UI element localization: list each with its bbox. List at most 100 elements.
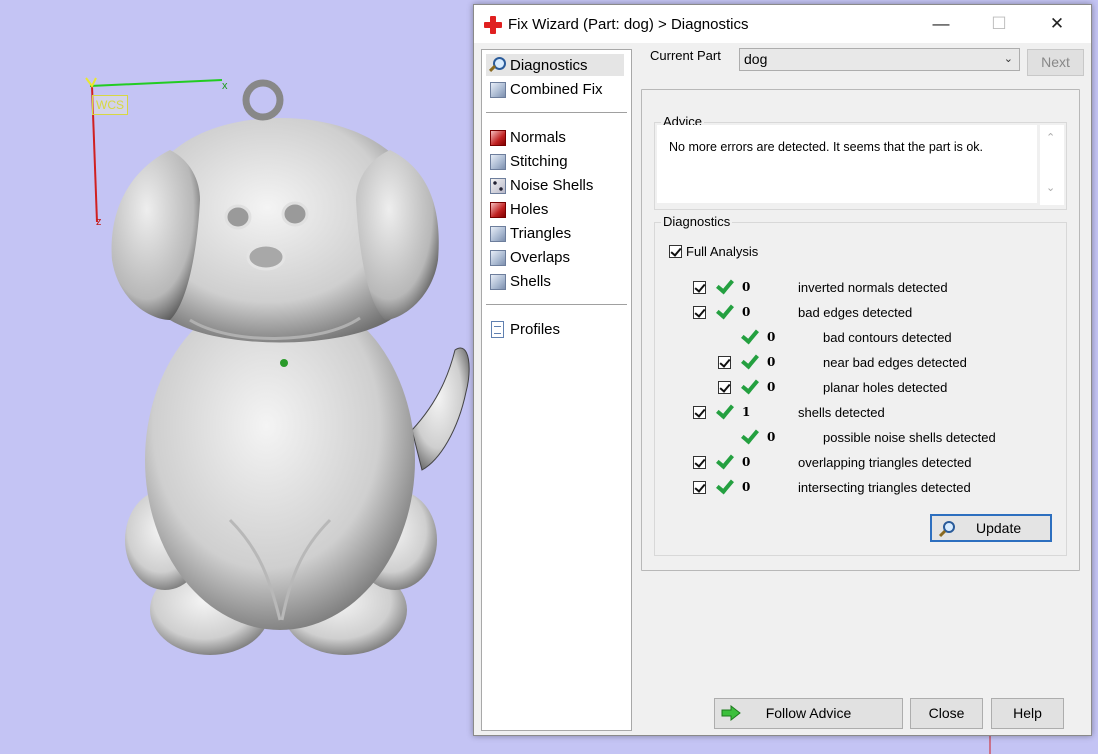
- update-label: Update: [976, 520, 1022, 536]
- dialog-title: Fix Wizard (Part: dog) > Diagnostics: [508, 16, 749, 33]
- row-count: 0: [767, 430, 776, 444]
- document-icon: [488, 320, 506, 338]
- nav-item-triangles[interactable]: Triangles: [486, 222, 624, 244]
- nav-item-label: Diagnostics: [510, 56, 588, 74]
- scroll-up-icon[interactable]: ⌃: [1046, 131, 1055, 144]
- green-check-icon: [740, 377, 758, 395]
- nav-item-label: Shells: [510, 272, 551, 290]
- row-checkbox[interactable]: [718, 356, 731, 369]
- next-button[interactable]: Next: [1027, 49, 1084, 76]
- title-bar[interactable]: Fix Wizard (Part: dog) > Diagnostics — ☐…: [474, 5, 1091, 43]
- nav-item-label: Normals: [510, 128, 566, 146]
- minimize-button[interactable]: —: [918, 5, 964, 43]
- advice-text: No more errors are detected. It seems th…: [657, 125, 1037, 203]
- fix-wizard-dialog: Fix Wizard (Part: dog) > Diagnostics — ☐…: [473, 4, 1092, 736]
- update-button[interactable]: Update: [930, 514, 1052, 542]
- row-text: near bad edges detected: [823, 355, 967, 370]
- row-count: 0: [742, 305, 751, 319]
- z-axis-label: z: [96, 216, 102, 228]
- close-window-button[interactable]: ✕: [1034, 5, 1080, 43]
- nav-item-label: Noise Shells: [510, 176, 594, 194]
- diagnostics-panel: Advice No more errors are detected. It s…: [641, 89, 1080, 571]
- magnifier-icon: [488, 56, 506, 74]
- green-check-icon: [740, 327, 758, 345]
- row-checkbox[interactable]: [693, 306, 706, 319]
- row-text: planar holes detected: [823, 380, 948, 395]
- cube-icon: [488, 272, 506, 290]
- diagnostics-title: Diagnostics: [661, 214, 733, 229]
- nav-item-label: Overlaps: [510, 248, 571, 266]
- row-checkbox[interactable]: [693, 456, 706, 469]
- green-check-icon: [715, 302, 733, 320]
- nav-item-stitching[interactable]: Stitching: [486, 150, 624, 172]
- nav-item-profiles[interactable]: Profiles: [486, 318, 624, 340]
- green-check-icon: [740, 427, 758, 445]
- row-text: bad edges detected: [798, 305, 913, 320]
- advice-group: Advice No more errors are detected. It s…: [654, 114, 1067, 210]
- nav-item-label: Combined Fix: [510, 80, 603, 98]
- row-checkbox[interactable]: [718, 381, 731, 394]
- cube-icon: [488, 248, 506, 266]
- nav-item-label: Triangles: [510, 224, 572, 242]
- green-check-icon: [740, 352, 758, 370]
- help-button[interactable]: Help: [991, 698, 1064, 729]
- diagnostics-group: Diagnostics Full Analysis 0 inverted nor…: [654, 214, 1067, 556]
- row-checkbox[interactable]: [693, 406, 706, 419]
- current-part-value: dog: [744, 51, 768, 67]
- magnifier-icon: [938, 521, 955, 538]
- wcs-label: WCS: [92, 95, 128, 115]
- row-count: 1: [742, 405, 751, 419]
- row-count: 0: [742, 455, 751, 469]
- follow-advice-label: Follow Advice: [765, 705, 852, 721]
- row-checkbox[interactable]: [693, 281, 706, 294]
- nav-item-normals[interactable]: Normals: [486, 126, 624, 148]
- row-text: inverted normals detected: [798, 280, 948, 295]
- nav-item-shells[interactable]: Shells: [486, 270, 624, 292]
- full-analysis-checkbox[interactable]: [669, 245, 682, 258]
- row-count: 0: [767, 330, 776, 344]
- row-text: intersecting triangles detected: [798, 480, 971, 495]
- red-cross-icon: [484, 16, 502, 34]
- scroll-down-icon[interactable]: ⌄: [1046, 181, 1055, 194]
- row-count: 0: [767, 355, 776, 369]
- row-count: 0: [742, 480, 751, 494]
- nav-item-noise-shells[interactable]: Noise Shells: [486, 174, 624, 196]
- maximize-button[interactable]: ☐: [976, 5, 1022, 43]
- cube-icon: [488, 152, 506, 170]
- row-text: overlapping triangles detected: [798, 455, 972, 470]
- x-axis-label: x: [222, 80, 228, 92]
- green-arrow-icon: [721, 705, 741, 721]
- nav-item-label: Holes: [510, 200, 549, 218]
- current-part-label: Current Part: [650, 48, 721, 63]
- row-checkbox[interactable]: [693, 481, 706, 494]
- nav-item-diagnostics[interactable]: Diagnostics: [486, 54, 624, 76]
- nav-item-combined-fix[interactable]: Combined Fix: [486, 78, 624, 100]
- follow-advice-button[interactable]: Follow Advice: [714, 698, 903, 729]
- nav-item-overlaps[interactable]: Overlaps: [486, 246, 624, 268]
- nav-separator: [486, 112, 627, 113]
- red-cube-icon: [488, 200, 506, 218]
- current-part-select[interactable]: dog ⌄: [739, 48, 1020, 71]
- green-check-icon: [715, 477, 733, 495]
- close-button[interactable]: Close: [910, 698, 983, 729]
- green-check-icon: [715, 402, 733, 420]
- row-text: possible noise shells detected: [823, 430, 996, 445]
- row-count: 0: [767, 380, 776, 394]
- nav-separator: [486, 304, 627, 305]
- chevron-down-icon: ⌄: [1003, 53, 1013, 65]
- full-analysis-label: Full Analysis: [686, 244, 759, 259]
- red-cube-icon: [488, 128, 506, 146]
- green-check-icon: [715, 452, 733, 470]
- green-check-icon: [715, 277, 733, 295]
- nav-item-label: Stitching: [510, 152, 568, 170]
- nav-item-label: Profiles: [510, 320, 561, 338]
- row-text: shells detected: [798, 405, 885, 420]
- wizard-nav: Diagnostics Combined Fix Normals Stitchi…: [481, 49, 632, 731]
- advice-scrollbar[interactable]: ⌃ ⌄: [1040, 125, 1064, 205]
- cube-icon: [488, 80, 506, 98]
- dotted-cube-icon: [488, 176, 506, 194]
- row-count: 0: [742, 280, 751, 294]
- nav-item-holes[interactable]: Holes: [486, 198, 624, 220]
- row-text: bad contours detected: [823, 330, 952, 345]
- cube-icon: [488, 224, 506, 242]
